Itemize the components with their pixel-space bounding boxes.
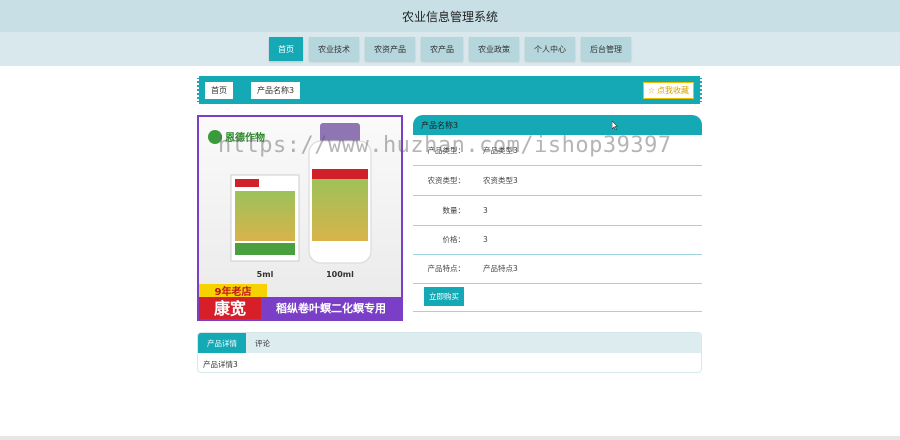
watermark-text: https://www.huzhan.com/ishop39397 <box>218 133 672 158</box>
tab-content: 产品详情3 <box>203 360 238 369</box>
field-value: 产品特点3 <box>483 264 518 273</box>
bottle-label-band <box>312 169 368 179</box>
field-value: 3 <box>483 235 488 244</box>
field-label: 数量： <box>442 206 466 215</box>
app-title: 农业信息管理系统 <box>401 9 498 24</box>
sachet-field-graphic <box>235 191 295 241</box>
buy-now-button[interactable]: 立即购买 <box>424 287 464 306</box>
detail-tabs: 产品详情 评论 产品详情3 <box>197 332 702 373</box>
size-large-label: 100ml <box>326 270 354 279</box>
sachet-band <box>235 243 295 255</box>
nav-item-agri-products[interactable]: 农产品 <box>421 37 463 61</box>
nav-item-agri-tech[interactable]: 农业技术 <box>309 37 359 61</box>
field-price: 价格： 3 <box>413 225 702 255</box>
tab-bar: 产品详情 评论 <box>198 333 701 353</box>
breadcrumb-home[interactable]: 首页 <box>205 81 233 99</box>
mouse-cursor-icon <box>612 121 618 130</box>
field-value: 3 <box>483 206 488 215</box>
nav-item-home[interactable]: 首页 <box>269 37 303 61</box>
page-footer-edge <box>0 436 900 440</box>
app-header: 农业信息管理系统 <box>0 0 900 32</box>
product-title: 产品名称3 <box>413 115 702 135</box>
sachet-brand-tag <box>235 179 259 187</box>
field-label: 价格： <box>442 235 466 244</box>
divider <box>413 311 702 312</box>
main-nav: 首页 农业技术 农资产品 农产品 农业政策 个人中心 后台管理 <box>0 32 900 66</box>
field-quantity: 数量： 3 <box>413 196 702 226</box>
nav-item-agri-supplies[interactable]: 农资产品 <box>365 37 415 61</box>
field-value: 农资类型3 <box>483 176 518 185</box>
favorite-button[interactable]: ☆ 点我收藏 <box>642 81 694 99</box>
size-small-label: 5ml <box>257 270 274 279</box>
favorite-label: 点我收藏 <box>657 85 689 95</box>
store-age-badge: 9年老店 <box>215 285 252 298</box>
field-label: 农资类型： <box>427 176 466 185</box>
field-label: 产品特点： <box>427 264 466 273</box>
star-icon: ☆ <box>647 85 655 95</box>
nav-item-admin[interactable]: 后台管理 <box>581 37 631 61</box>
banner-slogan: 稻纵卷叶螟二化螟专用 <box>276 301 386 315</box>
brand-name: 康宽 <box>214 299 246 318</box>
breadcrumb: 首页 产品名称3 ☆ 点我收藏 <box>197 76 702 104</box>
field-features: 产品特点： 产品特点3 <box>413 254 702 284</box>
tab-comments[interactable]: 评论 <box>246 333 279 353</box>
nav-item-personal-center[interactable]: 个人中心 <box>525 37 575 61</box>
breadcrumb-current: 产品名称3 <box>251 81 301 99</box>
field-supply-type: 农资类型： 农资类型3 <box>413 166 702 196</box>
nav-item-agri-policy[interactable]: 农业政策 <box>469 37 519 61</box>
tab-product-details[interactable]: 产品详情 <box>198 333 246 353</box>
bottle-label <box>312 177 368 241</box>
